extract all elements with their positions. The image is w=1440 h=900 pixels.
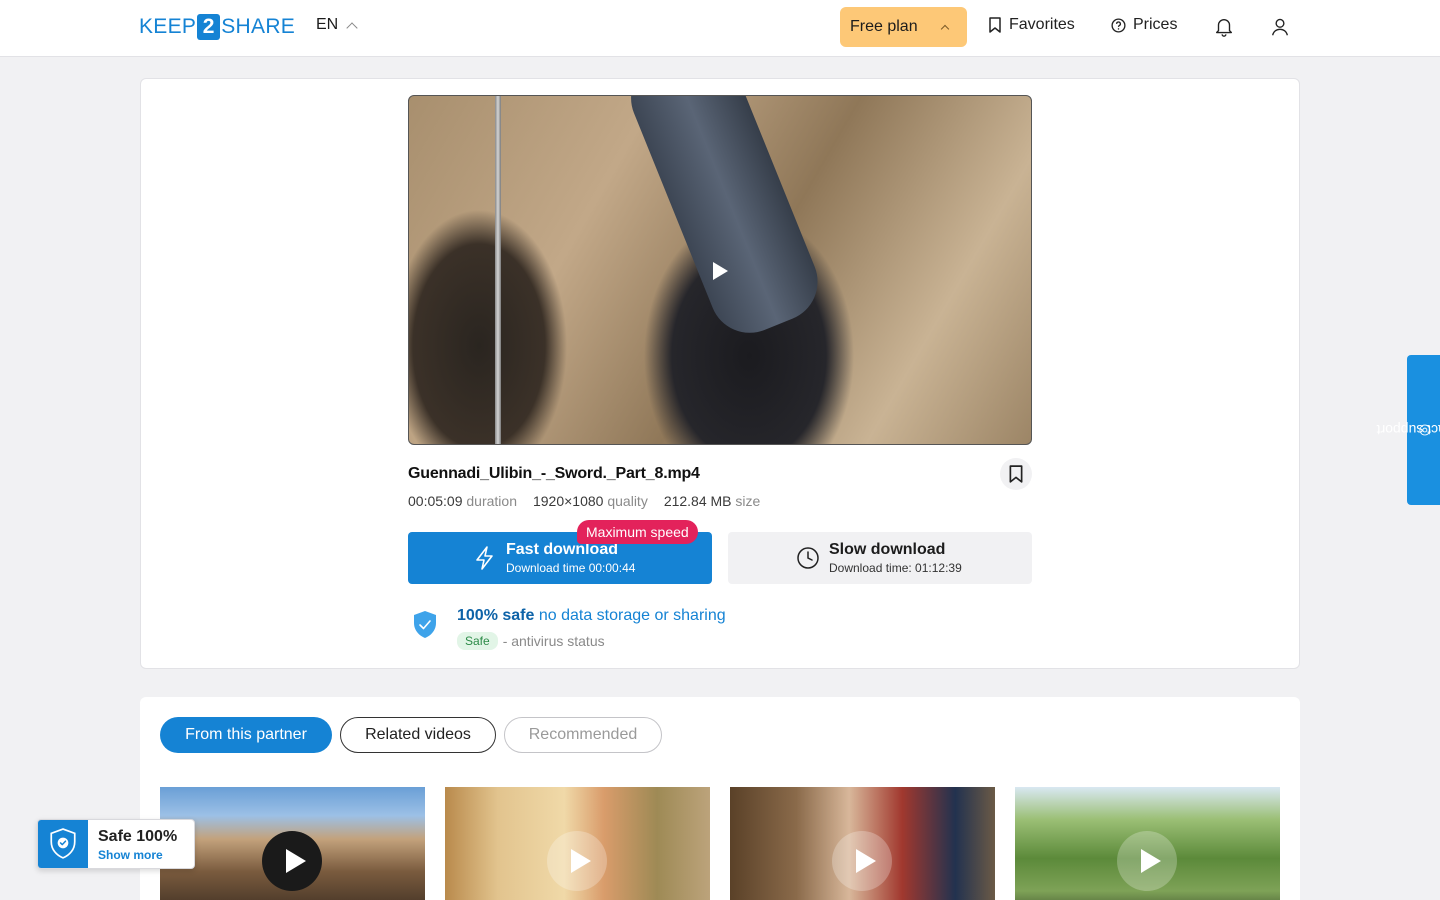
user-icon: [1271, 18, 1289, 36]
contact-support-text: contact support: [1375, 422, 1440, 438]
video-frame-detail: [619, 96, 830, 345]
play-icon[interactable]: [1117, 831, 1177, 891]
language-selector[interactable]: EN: [316, 16, 358, 34]
safety-bold: 100% safe: [457, 607, 535, 624]
safe-widget-title: Safe 100%: [98, 828, 178, 845]
status-badge: Safe: [457, 632, 498, 650]
related-section: From this partner Related videos Recomme…: [140, 697, 1300, 900]
antivirus-status: Safe - antivirus status: [457, 632, 605, 650]
safety-statement: 100% safe no data storage or sharing: [457, 607, 726, 625]
safety-rest: no data storage or sharing: [538, 607, 726, 624]
shield-check-icon: [50, 828, 76, 859]
plan-dropdown[interactable]: Free plan: [840, 7, 967, 47]
keep2share-logo[interactable]: KEEP 2 SHARE: [139, 14, 295, 40]
quality-info: 1920×1080 quality: [533, 493, 648, 509]
duration-label: duration: [466, 493, 517, 509]
tab-recommended[interactable]: Recommended: [504, 717, 662, 753]
prices-label: Prices: [1133, 16, 1178, 33]
video-thumbnail[interactable]: [730, 787, 995, 900]
fast-download-time: Download time 00:00:44: [506, 561, 636, 575]
clock-icon: [797, 547, 819, 569]
favorites-label: Favorites: [1009, 16, 1075, 33]
antivirus-status-text: - antivirus status: [502, 633, 605, 649]
plan-label: Free plan: [850, 18, 918, 35]
play-icon[interactable]: [832, 831, 892, 891]
add-favorite-button[interactable]: [1000, 458, 1032, 490]
account-button[interactable]: [1267, 14, 1293, 40]
slow-download-title: Slow download: [829, 541, 946, 558]
logo-text-right: SHARE: [221, 15, 296, 38]
safe-100-widget[interactable]: Safe 100% Show more: [37, 819, 195, 869]
size-info: 212.84 MB size: [664, 493, 761, 509]
size-label: size: [735, 493, 761, 509]
quality-label: quality: [607, 493, 648, 509]
video-frame-detail: [495, 96, 501, 444]
help-circle-icon: [1111, 17, 1126, 33]
top-header: KEEP 2 SHARE EN Free plan Favorites Pric…: [0, 0, 1440, 57]
tab-from-this-partner[interactable]: From this partner: [160, 717, 332, 753]
favorites-link[interactable]: Favorites: [988, 16, 1075, 34]
duration-value: 00:05:09: [408, 493, 463, 509]
safe-widget-icon-box: [38, 820, 88, 868]
bookmark-icon: [1009, 465, 1023, 483]
quality-value: 1920×1080: [532, 493, 604, 509]
video-thumbnail[interactable]: [160, 787, 425, 900]
bookmark-icon: [989, 17, 1001, 33]
safe-widget-link[interactable]: Show more: [98, 848, 163, 862]
logo-text-left: KEEP: [139, 15, 197, 38]
play-icon[interactable]: [262, 831, 322, 891]
notifications-button[interactable]: [1211, 14, 1237, 40]
maximum-speed-badge: Maximum speed: [577, 520, 698, 544]
tab-related-videos[interactable]: Related videos: [340, 717, 496, 753]
contact-support-button[interactable]: ◎ contact support: [1376, 355, 1440, 505]
language-label: EN: [316, 16, 339, 33]
bell-icon: [1215, 19, 1233, 37]
video-player[interactable]: [408, 95, 1032, 445]
logo-text-mid: 2: [197, 14, 221, 40]
chevron-up-icon: [940, 24, 950, 34]
file-meta: 00:05:09 duration 1920×1080 quality 212.…: [408, 493, 760, 509]
slow-download-button[interactable]: Slow download Download time: 01:12:39: [728, 532, 1032, 584]
video-thumbnail[interactable]: [445, 787, 710, 900]
video-thumbnail[interactable]: [1015, 787, 1280, 900]
contact-support-label: ◎ contact support: [1376, 422, 1440, 438]
play-icon[interactable]: [547, 831, 607, 891]
duration-info: 00:05:09 duration: [408, 493, 517, 509]
play-icon[interactable]: [713, 262, 728, 280]
slow-download-time: Download time: 01:12:39: [829, 561, 962, 575]
file-name: Guennadi_Ulibin_-_Sword._Part_8.mp4: [408, 465, 700, 482]
size-value: 212.84 MB: [663, 493, 732, 509]
lightning-icon: [476, 546, 493, 570]
shield-check-icon: [414, 611, 436, 638]
prices-link[interactable]: Prices: [1111, 16, 1177, 34]
chevron-up-icon: [346, 21, 358, 34]
